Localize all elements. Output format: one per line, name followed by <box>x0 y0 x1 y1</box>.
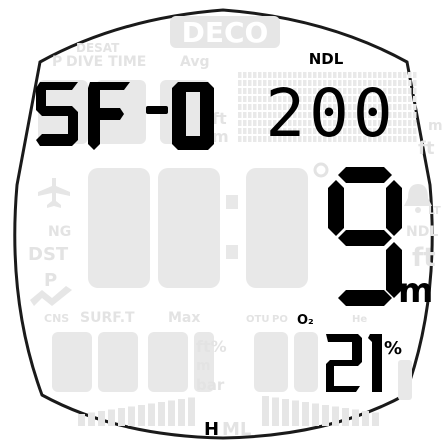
depth-digit <box>328 167 402 306</box>
ndl-label: NDL <box>309 50 344 68</box>
svg-text:m: m <box>212 127 229 146</box>
svg-text:ft: ft <box>212 109 227 128</box>
ndl-value: 200 <box>265 75 396 152</box>
ft-pct-label: ft% <box>196 337 227 356</box>
po2-label: PO <box>272 314 288 325</box>
h-label: H <box>204 419 219 440</box>
m-label: m <box>196 358 211 374</box>
he-label: He <box>352 314 367 325</box>
ghost-surface-time-digits <box>52 332 214 392</box>
ml-label: ML <box>222 419 251 440</box>
dst-label: DST <box>28 244 69 265</box>
ndl-unit-ft: ft <box>418 138 435 159</box>
max-label: Max <box>168 310 200 326</box>
desat-label: DESAT <box>76 41 120 55</box>
dive-time-label: DIVE TIME <box>66 54 146 70</box>
ndl-unit-m: m <box>428 118 443 134</box>
avg-label: Avg <box>180 54 209 70</box>
p-label: P <box>52 54 62 70</box>
ndl2-label: NDL <box>406 224 438 240</box>
otu-label: OTU <box>246 314 269 325</box>
ft-label: ft <box>412 243 436 273</box>
lt-label: LT <box>428 204 441 217</box>
left-bar-graph <box>78 397 195 426</box>
bar-label: bar <box>196 376 225 394</box>
cns-label: CNS <box>44 312 69 325</box>
svg-text:200: 200 <box>265 75 396 152</box>
deco-label: DECO <box>182 16 269 49</box>
percent-sign: % <box>384 338 402 359</box>
airplane-icon <box>38 178 70 208</box>
ng-label: NG <box>48 224 71 240</box>
dive-computer-lcd: DECO DESAT P DIVE TIME Avg NDL ft m 200 … <box>13 8 443 440</box>
depth-unit: m <box>398 271 433 311</box>
o2-label: O₂ <box>297 313 314 328</box>
ghost-time-digits <box>88 162 329 288</box>
right-bar-graph <box>262 396 379 426</box>
p2-label: P <box>44 270 57 291</box>
surft-label: SURF.T <box>80 310 135 326</box>
o2-value <box>326 334 382 392</box>
